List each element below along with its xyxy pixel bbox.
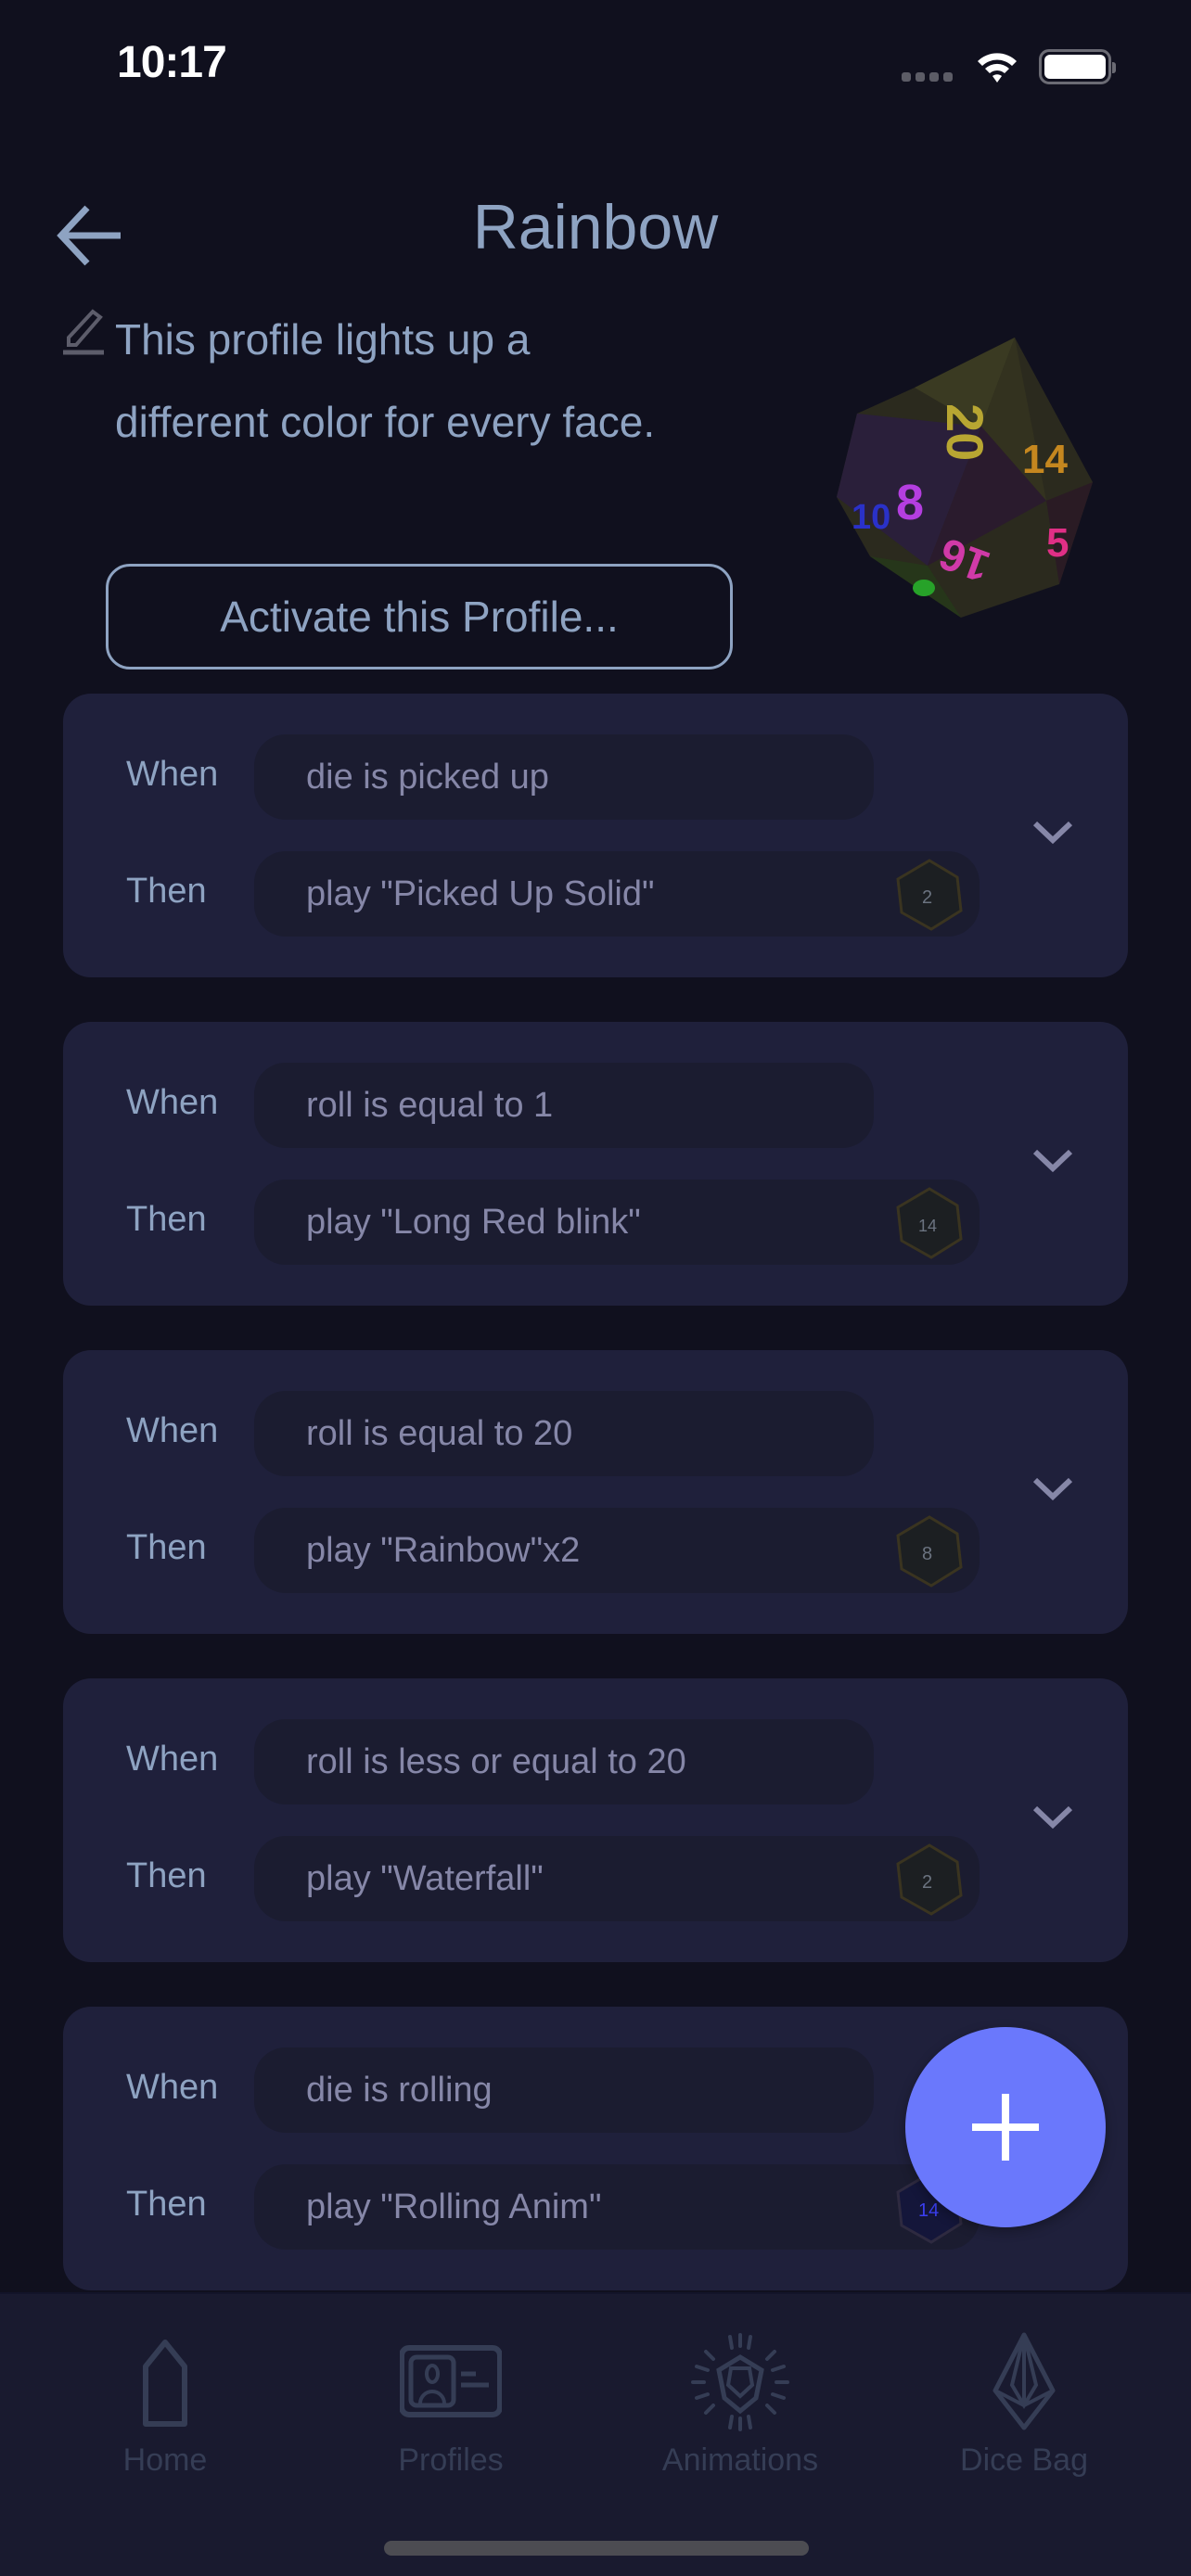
dice-gem-icon (992, 2332, 1056, 2430)
tab-label: Home (122, 2442, 208, 2478)
then-label: Then (126, 1856, 207, 1895)
profile-card-icon (400, 2345, 502, 2417)
die-preview-icon: 8 (896, 1515, 963, 1588)
wifi-icon (978, 53, 1017, 83)
svg-text:14: 14 (1022, 437, 1068, 482)
tab-home[interactable]: Home (63, 2331, 267, 2489)
status-time: 10:17 (117, 38, 227, 87)
then-label: Then (126, 2185, 207, 2224)
home-indicator[interactable] (384, 2541, 809, 2556)
then-label: Then (126, 872, 207, 911)
svg-text:10: 10 (852, 498, 890, 537)
chevron-down-icon[interactable] (1031, 820, 1074, 846)
svg-text:8: 8 (922, 1544, 932, 1564)
chevron-down-icon[interactable] (1031, 1476, 1074, 1502)
status-bar: 10:17 (0, 0, 1191, 130)
svg-text:5: 5 (1046, 520, 1069, 566)
chevron-down-icon[interactable] (1031, 1804, 1074, 1830)
action-field[interactable]: play "Rolling Anim" 14 (254, 2164, 980, 2250)
die-preview-icon: 14 (896, 1187, 963, 1259)
plus-icon (972, 2094, 1039, 2161)
rule-card[interactable]: When roll is equal to 20 Then play "Rain… (63, 1350, 1128, 1634)
home-icon (143, 2340, 187, 2427)
tab-profiles[interactable]: Profiles (349, 2331, 553, 2489)
condition-field[interactable]: roll is equal to 20 (254, 1391, 874, 1476)
rule-card[interactable]: When roll is equal to 1 Then play "Long … (63, 1022, 1128, 1306)
action-text: play "Rolling Anim" (306, 2187, 602, 2226)
action-field[interactable]: play "Waterfall" 2 (254, 1836, 980, 1921)
then-label: Then (126, 1528, 207, 1567)
activate-profile-button[interactable]: Activate this Profile... (106, 564, 733, 670)
action-text: play "Picked Up Solid" (306, 874, 655, 913)
tab-label: Animations (661, 2442, 819, 2478)
svg-text:14: 14 (918, 2200, 939, 2221)
action-text: play "Long Red blink" (306, 1202, 641, 1242)
tab-bar: Home Profiles Animations Dice Bag (0, 2292, 1191, 2576)
svg-text:2: 2 (922, 887, 932, 908)
d20-die-image[interactable]: 20 14 8 10 16 5 (803, 334, 1119, 621)
page-title: Rainbow (472, 192, 719, 262)
then-label: Then (126, 1200, 207, 1239)
profile-description[interactable]: This profile lights up a different color… (115, 299, 690, 464)
when-label: When (126, 755, 219, 794)
svg-text:8: 8 (896, 475, 924, 530)
action-field[interactable]: play "Picked Up Solid" 2 (254, 851, 980, 937)
add-rule-button[interactable] (905, 2027, 1106, 2227)
signal-icon (902, 72, 953, 82)
rule-card[interactable]: When roll is less or equal to 20 Then pl… (63, 1678, 1128, 1962)
when-label: When (126, 1083, 219, 1122)
pencil-icon[interactable] (61, 308, 106, 356)
when-label: When (126, 2068, 219, 2107)
condition-field[interactable]: roll is equal to 1 (254, 1063, 874, 1148)
when-label: When (126, 1411, 219, 1450)
condition-field[interactable]: die is rolling (254, 2047, 874, 2133)
tab-dice-bag[interactable]: Dice Bag (922, 2331, 1126, 2489)
die-preview-icon: 2 (896, 859, 963, 931)
action-text: play "Rainbow"x2 (306, 1530, 581, 1570)
tab-animations[interactable]: Animations (638, 2331, 842, 2489)
condition-field[interactable]: roll is less or equal to 20 (254, 1719, 874, 1804)
battery-icon (1039, 49, 1116, 84)
svg-text:2: 2 (922, 1872, 932, 1893)
animations-burst-icon (691, 2333, 789, 2431)
action-field[interactable]: play "Rainbow"x2 8 (254, 1508, 980, 1593)
action-text: play "Waterfall" (306, 1858, 544, 1898)
tab-label: Profiles (398, 2442, 504, 2478)
condition-field[interactable]: die is picked up (254, 734, 874, 820)
svg-text:14: 14 (918, 1217, 937, 1235)
action-field[interactable]: play "Long Red blink" 14 (254, 1180, 980, 1265)
when-label: When (126, 1740, 219, 1779)
rule-card[interactable]: When die is picked up Then play "Picked … (63, 694, 1128, 977)
chevron-down-icon[interactable] (1031, 1148, 1074, 1174)
die-preview-icon: 2 (896, 1843, 963, 1916)
svg-text:20: 20 (936, 403, 994, 461)
tab-label: Dice Bag (960, 2442, 1088, 2478)
